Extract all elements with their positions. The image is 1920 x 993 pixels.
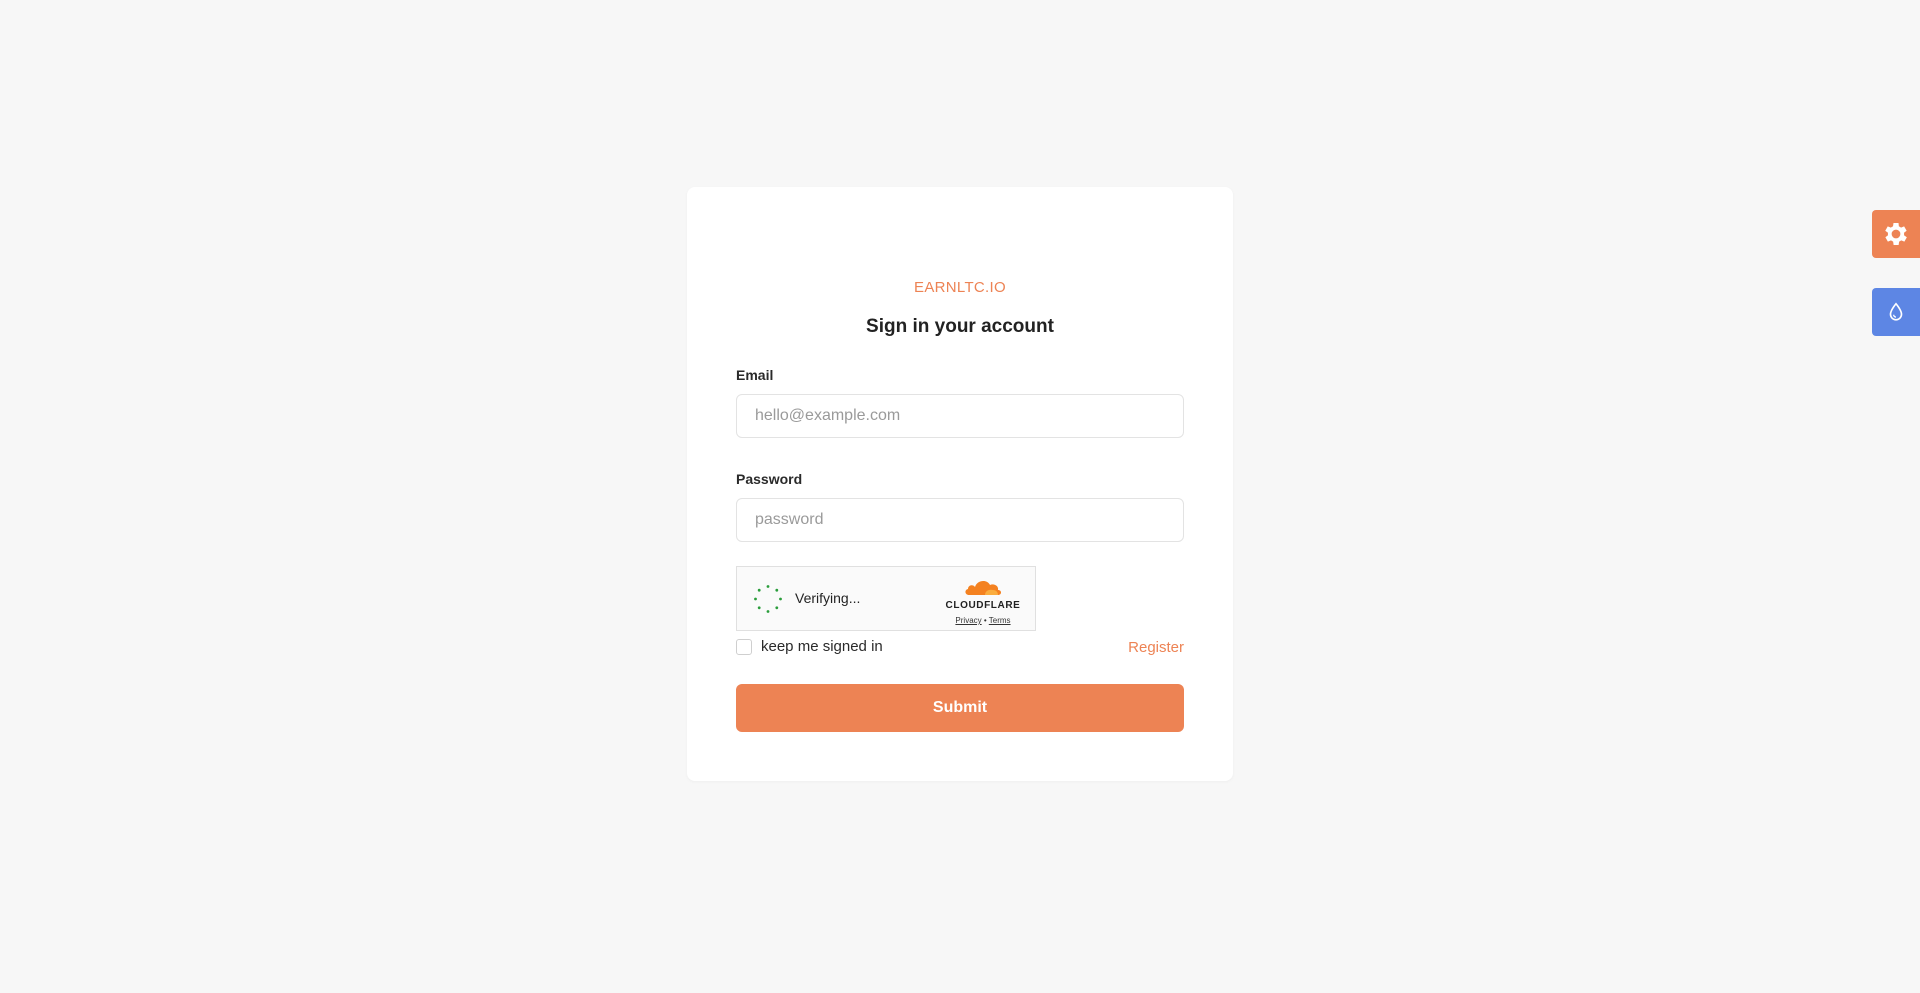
cloudflare-turnstile[interactable]: Verifying... CLOUDFLARE Privacy • Terms [736,566,1036,631]
remember-label: keep me signed in [761,638,883,655]
verify-status: Verifying... [795,590,861,606]
gear-icon [1885,223,1907,245]
page-title: Sign in your account [866,316,1054,337]
cloudflare-wordmark: CLOUDFLARE [945,600,1021,611]
turnstile-links: Privacy • Terms [945,616,1021,625]
remember-me[interactable]: keep me signed in [736,638,883,655]
spinner-icon [754,585,782,613]
password-label: Password [736,471,803,487]
brand-name: EARNLTC.IO [914,279,1006,296]
droplet-icon [1889,302,1903,321]
settings-side-button[interactable] [1872,210,1920,258]
password-field[interactable] [736,498,1184,542]
submit-button[interactable]: Submit [736,684,1184,732]
email-field[interactable] [736,394,1184,438]
privacy-link[interactable]: Privacy [955,616,981,625]
cloudflare-logo: CLOUDFLARE Privacy • Terms [945,577,1021,625]
email-label: Email [736,367,774,383]
remember-checkbox[interactable] [736,638,752,655]
login-card: EARNLTC.IO Sign in your account Email Pa… [687,187,1233,781]
register-link[interactable]: Register [1128,639,1184,656]
link-separator: • [983,616,987,625]
cloud-icon [965,581,1001,595]
terms-link[interactable]: Terms [989,616,1011,625]
theme-side-button[interactable] [1872,288,1920,336]
